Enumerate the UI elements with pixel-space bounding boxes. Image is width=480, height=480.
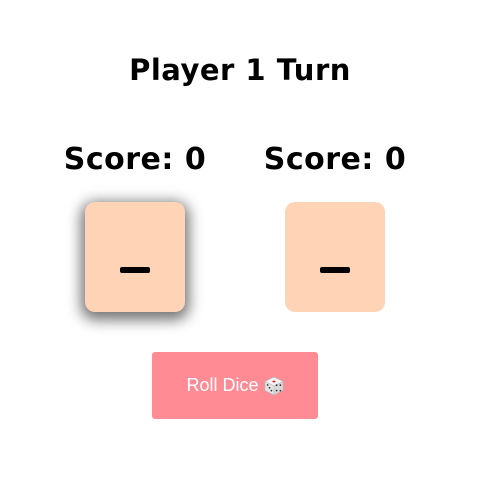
roll-dice-label: Roll Dice bbox=[186, 375, 259, 395]
dice-icon bbox=[263, 376, 284, 395]
player-1-score: Score: 0 bbox=[63, 142, 207, 177]
player-1-die-empty-mark bbox=[120, 267, 150, 273]
player-1-panel: Score: 0 – bbox=[35, 140, 235, 312]
game-board: Player 1 Turn Score: 0 – Score: 0 – Roll… bbox=[0, 0, 480, 480]
player-2-die: – bbox=[285, 202, 385, 312]
roll-dice-button[interactable]: Roll Dice bbox=[152, 352, 318, 419]
turn-indicator: Player 1 Turn bbox=[129, 53, 351, 87]
player-2-die-empty-mark bbox=[320, 267, 350, 273]
player-2-panel: Score: 0 – bbox=[235, 140, 435, 312]
player-1-die: – bbox=[85, 202, 185, 312]
player-2-score: Score: 0 bbox=[263, 142, 407, 177]
